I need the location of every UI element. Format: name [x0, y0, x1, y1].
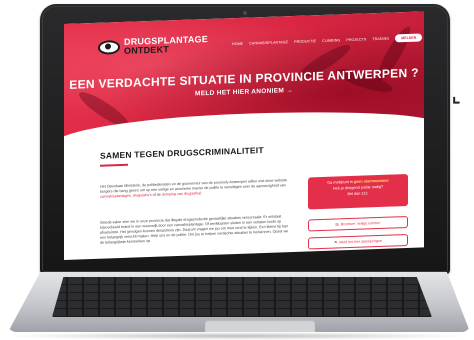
nav-item-projects[interactable]: PROJECTS — [346, 37, 366, 42]
intro-text-b: of de — [151, 192, 162, 197]
brochure-button-label: Brochure 'veilige ruimtes' — [340, 220, 381, 227]
site-logo[interactable]: DRUGSPLANTAGE ONTDEKT — [98, 34, 208, 57]
nav-item-productie[interactable]: PRODUCTIE — [294, 39, 316, 44]
flag-icon: ⚑ — [334, 240, 338, 245]
nav-item-cannabisplantage[interactable]: CANNABISPLANTAGE — [249, 40, 288, 45]
keyboard — [52, 277, 432, 317]
report-clues-button-label: Meld het hier aanwijzingen — [339, 238, 382, 245]
intro-paragraph: Het Openbaar Ministerie, de politiediens… — [100, 178, 292, 200]
drug-waste-link[interactable]: dumping van drugsafval. — [162, 191, 202, 196]
nav-item-home[interactable]: HOME — [232, 42, 243, 46]
logo-text-line2: ONTDEKT — [124, 44, 169, 56]
corner-mark-icon: ⌞ — [452, 86, 461, 106]
webcam — [243, 11, 247, 15]
brochure-button[interactable]: ▤ Brochure 'veilige ruimtes' — [308, 215, 408, 232]
drug-sites-link[interactable]: cannabisplantages, drugslabo's — [100, 193, 152, 199]
card-highlight: geen alarmnummer — [353, 178, 389, 184]
laptop-shadow — [0, 332, 474, 340]
report-button[interactable]: MELDEN — [395, 33, 423, 43]
laptop-screen: DRUGSPLANTAGE ONTDEKT HOME CANNABISPLANT… — [64, 11, 424, 260]
eye-logo-icon — [98, 40, 120, 55]
trackpad — [205, 320, 315, 332]
emergency-notice-card: Ga meldpunt is geen alarmnummer Heb je d… — [308, 173, 408, 210]
report-clues-button[interactable]: ⚑ Meld het hier aanwijzingen — [308, 233, 408, 250]
document-icon: ▤ — [335, 222, 339, 227]
nav-item-trading[interactable]: TRADING — [372, 37, 389, 42]
nav-item-climbing[interactable]: CLIMBING — [322, 38, 340, 43]
title-underline — [100, 163, 128, 167]
body-paragraph: Steeds vaker zien we in onze provincie d… — [100, 214, 289, 245]
